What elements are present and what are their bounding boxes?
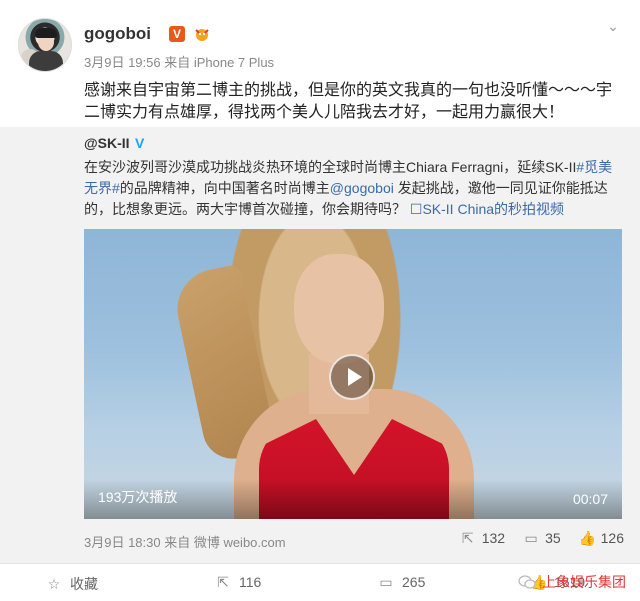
favorite-button[interactable]: ☆ 收藏 (46, 574, 98, 594)
comment-count: 265 (402, 574, 426, 590)
repost-comment-button[interactable]: ▭ 35 (523, 530, 561, 546)
repost-icon: ⇱ (217, 574, 229, 590)
watermark-label: 上象娱乐集团 (542, 574, 626, 590)
like-icon: 👍 (578, 530, 597, 546)
comment-icon: ▭ (524, 530, 538, 546)
watermark: 上象娱乐集团 (518, 572, 626, 592)
repost-count: 116 (239, 574, 262, 590)
repost-text-part2: 的品牌精神，向中国著名时尚博主 (119, 180, 330, 196)
repost-like-count: 126 (600, 530, 624, 546)
video-player[interactable]: 193万次播放 00:07 (84, 229, 622, 519)
star-icon: ☆ (47, 576, 61, 592)
repost-icon: ⇱ (461, 530, 474, 546)
repost-verified-icon: V (135, 135, 145, 151)
repost-text: 在安沙波列哥沙漠成功挑战炎热环境的全球时尚博主Chiara Ferragni，延… (84, 157, 624, 220)
avatar[interactable] (18, 18, 72, 72)
video-link-icon: ☐ (409, 201, 423, 217)
repost-repost-button[interactable]: ⇱ 132 (460, 530, 505, 546)
repost-author[interactable]: @SK-II (84, 135, 130, 151)
chevron-down-icon[interactable]: ⌄ (604, 18, 622, 36)
wechat-icon (518, 574, 536, 590)
video-duration: 00:07 (572, 491, 608, 507)
video-link[interactable]: ☐SK-II China的秒拍视频 (410, 201, 564, 217)
repost-like-button[interactable]: 👍 126 (579, 530, 624, 546)
mention-link[interactable]: @gogoboi (330, 180, 394, 196)
video-link-label: SK-II China的秒拍视频 (422, 201, 565, 217)
comment-button[interactable]: ▭ 265 (378, 574, 425, 590)
comment-icon: ▭ (379, 574, 393, 590)
repost-actions: ⇱ 132 ▭ 35 👍 126 (460, 530, 624, 546)
repost-text-part1: 在安沙波列哥沙漠成功挑战炎热环境的全球时尚博主Chiara Ferragni，延… (84, 159, 577, 175)
bottom-action-bar: ☆ 收藏 ⇱ 116 ▭ 265 👍 1619 上象娱乐集团 (0, 563, 640, 601)
username[interactable]: gogoboi (84, 24, 151, 44)
post-text: 感谢来自宇宙第二博主的挑战，但是你的英文我真的一句也没听懂～～～宇二博实力有点雄… (84, 82, 613, 121)
video-play-count: 193万次播放 (98, 489, 178, 505)
verified-badge-icon: V (169, 26, 185, 42)
repost-footer-meta: 3月9日 18:30 来自 微博 weibo.com (84, 535, 286, 550)
post-header: gogoboi V 3月9日 19:56 来自 iPhone 7 Plus ⌄ (18, 18, 622, 76)
repost-box[interactable]: @SK-II V 在安沙波列哥沙漠成功挑战炎热环境的全球时尚博主Chiara F… (0, 127, 640, 563)
vip-icon (192, 26, 212, 42)
favorite-label: 收藏 (70, 576, 98, 592)
repost-repost-count: 132 (481, 530, 506, 546)
repost-comment-count: 35 (545, 530, 561, 546)
post-meta: 3月9日 19:56 来自 iPhone 7 Plus (84, 55, 275, 70)
play-icon[interactable] (329, 354, 375, 400)
repost-button[interactable]: ⇱ 116 (215, 574, 261, 590)
